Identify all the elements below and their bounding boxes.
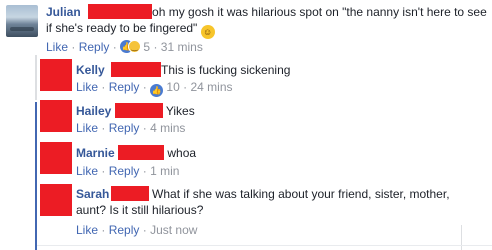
reply-link[interactable]: Reply <box>109 121 140 135</box>
author-name[interactable]: Sarah <box>76 187 109 201</box>
comment-actions: Like · Reply · 1 min <box>76 164 180 178</box>
comment-actions: Like · Reply · 👍 10 · 24 mins <box>76 80 233 97</box>
comment-text: This is fucking sickening <box>161 63 291 77</box>
divider <box>37 245 492 246</box>
comment-actions: Like · Reply · 4 mins <box>76 121 186 135</box>
timestamp[interactable]: 31 mins <box>161 40 203 54</box>
avatar[interactable] <box>6 5 38 37</box>
comment-text: if she's ready to be fingered" <box>46 21 198 35</box>
like-link[interactable]: Like <box>76 121 98 135</box>
reaction-count: 5 <box>143 40 151 54</box>
avatar[interactable] <box>40 59 72 91</box>
comment-actions: Like · Reply · Just now <box>76 223 198 237</box>
timestamp[interactable]: 1 min <box>150 164 179 178</box>
redaction-box <box>110 186 149 201</box>
reply-link[interactable]: Reply <box>109 80 140 94</box>
comment-body: Sarah What if she was talking about your… <box>76 186 486 218</box>
comment-body: Marnie whoa <box>76 145 196 161</box>
like-link[interactable]: Like <box>76 223 98 237</box>
reply-thread-indicator <box>35 102 37 250</box>
like-reaction-icon[interactable]: 👍 <box>150 84 164 97</box>
thread-line <box>35 55 37 100</box>
author-name[interactable]: Hailey <box>76 104 111 118</box>
author-name[interactable]: Julian <box>46 5 81 19</box>
redaction-box <box>111 62 162 77</box>
comment-body: Julian oh my gosh it was hilarious spot … <box>46 4 487 39</box>
timestamp[interactable]: 24 mins <box>190 80 232 94</box>
reply-link[interactable]: Reply <box>79 40 110 54</box>
comment-text: aunt? Is it still hilarious? <box>76 203 204 217</box>
author-name[interactable]: Marnie <box>76 146 115 160</box>
reply-link[interactable]: Reply <box>109 164 140 178</box>
like-link[interactable]: Like <box>76 80 98 94</box>
like-link[interactable]: Like <box>46 40 68 54</box>
comment-text: What if she was talking about your frien… <box>152 187 450 201</box>
comment-actions: Like · Reply · 👍 ‿ 5 · 31 mins <box>46 40 203 54</box>
grinning-sweat-emoji-icon: ☺ <box>200 25 215 39</box>
avatar[interactable] <box>40 184 72 216</box>
haha-reaction-icon: ‿ <box>128 40 142 53</box>
comment-body: Hailey Yikes <box>76 103 195 119</box>
reply-link[interactable]: Reply <box>109 223 140 237</box>
comment-text: Yikes <box>165 104 195 118</box>
redaction-box <box>114 103 163 118</box>
avatar[interactable] <box>40 100 72 132</box>
author-name[interactable]: Kelly <box>76 63 105 77</box>
reaction-count: 10 <box>166 80 180 94</box>
divider <box>461 225 462 250</box>
redaction-box <box>118 145 165 160</box>
timestamp[interactable]: 4 mins <box>150 121 185 135</box>
comment-text: whoa <box>167 146 197 160</box>
timestamp[interactable]: Just now <box>150 223 197 237</box>
reactions[interactable]: 👍 ‿ <box>120 40 142 53</box>
avatar[interactable] <box>40 142 72 174</box>
comment-text: oh my gosh it was hilarious spot on "the… <box>152 5 487 19</box>
comment-body: Kelly This is fucking sickening <box>76 62 290 78</box>
like-link[interactable]: Like <box>76 164 98 178</box>
redaction-box <box>88 4 153 19</box>
